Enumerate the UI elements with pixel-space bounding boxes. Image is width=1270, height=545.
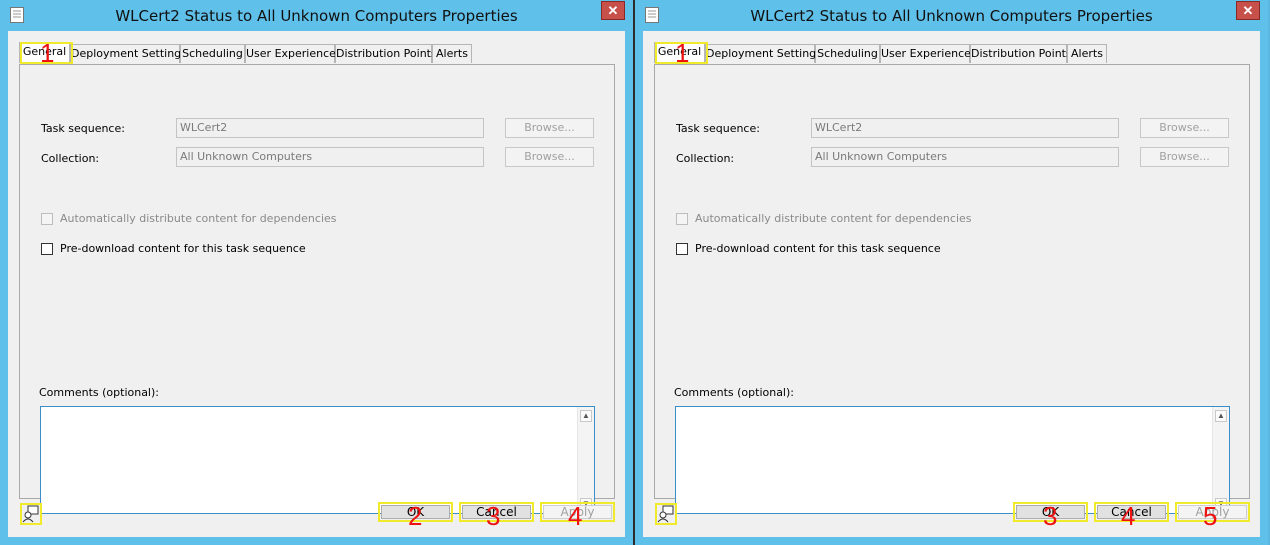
auto-distribute-checkbox[interactable]: [41, 213, 53, 225]
tab-scheduling[interactable]: Scheduling: [180, 44, 245, 63]
comments-textarea[interactable]: ▲ ▼: [675, 406, 1230, 514]
task-sequence-label: Task sequence:: [41, 122, 125, 135]
tab-distribution-points[interactable]: Distribution Points: [970, 44, 1072, 63]
tab-alerts[interactable]: Alerts: [1067, 44, 1107, 63]
scroll-up-icon[interactable]: ▲: [1215, 410, 1227, 422]
properties-dialog-1: WLCert2 Status to All Unknown Computers …: [0, 0, 633, 545]
annotation-number: 4: [1121, 501, 1136, 531]
help-button[interactable]: [655, 503, 677, 525]
dialog-client: General Deployment Settings Scheduling U…: [8, 31, 625, 537]
window-title: WLCert2 Status to All Unknown Computers …: [750, 7, 1153, 25]
predownload-label: Pre-download content for this task seque…: [695, 242, 941, 255]
properties-dialog-2: WLCert2 Status to All Unknown Computers …: [635, 0, 1268, 545]
annotation-number: 3: [1043, 501, 1058, 531]
comments-textarea[interactable]: ▲ ▼: [40, 406, 595, 514]
dialog-client: General Deployment Settings Scheduling U…: [643, 31, 1260, 537]
tab-deployment-settings[interactable]: Deployment Settings: [705, 44, 822, 63]
comments-label: Comments (optional):: [674, 386, 794, 399]
annotation-number: 3: [486, 501, 501, 531]
auto-distribute-label: Automatically distribute content for dep…: [60, 212, 337, 225]
auto-distribute-label: Automatically distribute content for dep…: [695, 212, 972, 225]
auto-distribute-checkbox[interactable]: [676, 213, 688, 225]
window-title: WLCert2 Status to All Unknown Computers …: [115, 7, 518, 25]
help-button[interactable]: [20, 503, 42, 525]
collection-field: All Unknown Computers: [176, 147, 484, 167]
collection-field: All Unknown Computers: [811, 147, 1119, 167]
predownload-checkbox[interactable]: [41, 243, 53, 255]
tab-user-experience[interactable]: User Experience: [245, 44, 336, 63]
task-sequence-label: Task sequence:: [676, 122, 760, 135]
comments-scrollbar[interactable]: ▲ ▼: [1212, 407, 1229, 513]
annotation-number: 4: [568, 501, 583, 531]
tab-user-experience[interactable]: User Experience: [880, 44, 971, 63]
user-help-icon: [657, 505, 674, 523]
title-bar: WLCert2 Status to All Unknown Computers …: [0, 0, 633, 31]
scroll-up-icon[interactable]: ▲: [580, 410, 592, 422]
collection-label: Collection:: [41, 152, 100, 165]
collection-browse-button[interactable]: Browse...: [505, 147, 594, 167]
comments-label: Comments (optional):: [39, 386, 159, 399]
general-panel: Task sequence: WLCert2 Browse... Collect…: [19, 64, 615, 514]
predownload-checkbox[interactable]: [676, 243, 688, 255]
task-sequence-browse-button[interactable]: Browse...: [1140, 118, 1229, 138]
close-button[interactable]: ✕: [601, 1, 625, 20]
tab-alerts[interactable]: Alerts: [432, 44, 472, 63]
task-sequence-browse-button[interactable]: Browse...: [505, 118, 594, 138]
annotation-number: 2: [408, 501, 423, 531]
collection-label: Collection:: [676, 152, 735, 165]
collection-browse-button[interactable]: Browse...: [1140, 147, 1229, 167]
title-bar: WLCert2 Status to All Unknown Computers …: [635, 0, 1268, 31]
task-sequence-field: WLCert2: [176, 118, 484, 138]
annotation-number: 1: [40, 38, 55, 68]
general-panel: Task sequence: WLCert2 Browse... Collect…: [654, 64, 1250, 514]
tab-scheduling[interactable]: Scheduling: [815, 44, 880, 63]
predownload-label: Pre-download content for this task seque…: [60, 242, 306, 255]
task-sequence-field: WLCert2: [811, 118, 1119, 138]
tab-deployment-settings[interactable]: Deployment Settings: [70, 44, 187, 63]
close-button[interactable]: ✕: [1236, 1, 1260, 20]
annotation-number: 5: [1203, 501, 1218, 531]
annotation-number: 1: [675, 38, 690, 68]
user-help-icon: [22, 505, 39, 523]
tab-distribution-points[interactable]: Distribution Points: [335, 44, 437, 63]
comments-scrollbar[interactable]: ▲ ▼: [577, 407, 594, 513]
